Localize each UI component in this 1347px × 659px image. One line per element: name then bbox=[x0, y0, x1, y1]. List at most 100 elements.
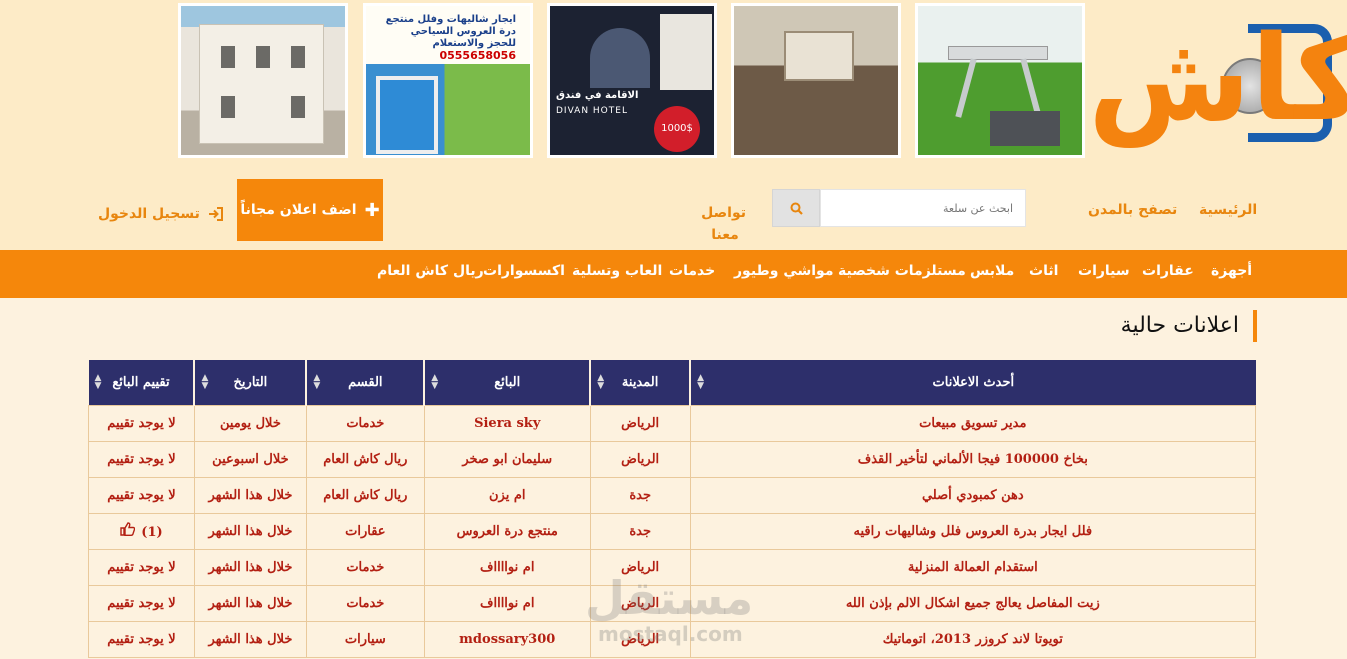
category-riyal-cash-general[interactable]: ريال كاش العام bbox=[377, 263, 484, 279]
hotel-features-list bbox=[660, 14, 712, 90]
category-cars[interactable]: سيارات bbox=[1078, 263, 1130, 279]
ad-seller-link[interactable]: mdossary300 bbox=[423, 620, 591, 658]
table-row[interactable]: بخاخ 100000 فيجا الألماني لتأخير القذف ا… bbox=[88, 440, 1257, 478]
ad-category: ريال كاش العام bbox=[305, 476, 425, 514]
sort-icon: ▲ ▼ bbox=[431, 373, 439, 391]
building-shape bbox=[199, 24, 324, 144]
ad-category: خدمات bbox=[305, 548, 425, 586]
column-header-seller[interactable]: البائع ▲ ▼ bbox=[423, 360, 591, 405]
banner-picnic-table-image[interactable] bbox=[915, 3, 1085, 158]
ad-category: خدمات bbox=[305, 584, 425, 622]
ad-title-link[interactable]: زيت المفاصل يعالج جميع اشكال الالم بإذن … bbox=[689, 584, 1257, 622]
ad-seller-link[interactable]: ام نوااااف bbox=[423, 584, 591, 622]
hotel-ad-name: DIVAN HOTEL bbox=[556, 106, 628, 116]
ad-seller-link[interactable]: ام يزن bbox=[423, 476, 591, 514]
ad-category: خدمات bbox=[305, 404, 425, 442]
thumbs-up-icon bbox=[120, 522, 136, 540]
category-real-estate[interactable]: عقارات bbox=[1142, 263, 1194, 279]
window-shape bbox=[256, 46, 270, 68]
category-services[interactable]: خدمات bbox=[669, 263, 715, 279]
ad-city: جدة bbox=[589, 476, 691, 514]
ad-seller-rating: لا يوجد تقييم bbox=[88, 620, 195, 658]
nav-home-link[interactable]: الرئيسية bbox=[1199, 202, 1257, 218]
category-furniture[interactable]: اثاث bbox=[1029, 263, 1058, 279]
window-shape bbox=[221, 46, 235, 68]
login-label: تسجيل الدخول bbox=[98, 206, 200, 222]
column-header-city[interactable]: المدينة ▲ ▼ bbox=[589, 360, 691, 405]
category-games[interactable]: العاب وتسلية bbox=[572, 263, 662, 279]
ad-title-link[interactable]: استقدام العمالة المنزلية bbox=[689, 548, 1257, 586]
ad-seller-rating: لا يوجد تقييم bbox=[88, 440, 195, 478]
search-button[interactable] bbox=[772, 189, 820, 227]
ad-date: خلال هذا الشهر bbox=[193, 620, 307, 658]
site-logo[interactable]: كاش bbox=[1080, 6, 1347, 154]
sort-icon: ▲ ▼ bbox=[697, 373, 705, 391]
banner-interior-image[interactable] bbox=[731, 3, 901, 158]
column-header-label: المدينة bbox=[621, 374, 659, 390]
column-header-label: البائع bbox=[494, 374, 521, 390]
column-header-label: تقييم البائع bbox=[112, 374, 170, 390]
ad-title-link[interactable]: فلل ايجار بدرة العروس فلل وشاليهات راقيه bbox=[689, 512, 1257, 550]
rating-count: (1) bbox=[141, 525, 163, 540]
ad-date: خلال هذا الشهر bbox=[193, 584, 307, 622]
sort-icon: ▲ ▼ bbox=[94, 373, 102, 391]
window-shape bbox=[291, 46, 305, 68]
column-header-label: التاريخ bbox=[233, 374, 268, 390]
category-bar: أجهزة عقارات سيارات اثاث ملابس مستلزمات … bbox=[0, 250, 1347, 298]
table-row[interactable]: مدير تسويق مبيعات الرياض Siera sky خدمات… bbox=[88, 404, 1257, 442]
category-livestock-birds[interactable]: مواشي وطيور bbox=[734, 263, 834, 279]
ad-city: الرياض bbox=[589, 404, 691, 442]
category-devices[interactable]: أجهزة bbox=[1211, 263, 1252, 279]
ad-seller-link[interactable]: سليمان ابو صخر bbox=[423, 440, 591, 478]
watermark-url: mostaql.com bbox=[598, 622, 743, 646]
search-input[interactable] bbox=[820, 189, 1026, 227]
ad-category: عقارات bbox=[305, 512, 425, 550]
resort-ad-title: ايجار شاليهات وفلل منتجع درة العروس السي… bbox=[385, 14, 516, 49]
banner-hotel-ad[interactable]: الاقامة في فندق DIVAN HOTEL 1000$ bbox=[547, 3, 717, 158]
ad-category: سيارات bbox=[305, 620, 425, 658]
sort-icon: ▲ ▼ bbox=[597, 373, 605, 391]
column-header-date[interactable]: التاريخ ▲ ▼ bbox=[193, 360, 307, 405]
ad-seller-rating: لا يوجد تقييم bbox=[88, 548, 195, 586]
column-header-latest-ads[interactable]: أحدث الاعلانات ▲ ▼ bbox=[689, 360, 1256, 405]
ad-date: خلال يومين bbox=[193, 404, 307, 442]
ad-category: ريال كاش العام bbox=[305, 440, 425, 478]
ad-seller-rating: لا يوجد تقييم bbox=[88, 476, 195, 514]
table-leg-shape bbox=[1020, 58, 1042, 118]
category-clothes[interactable]: ملابس bbox=[970, 263, 1014, 279]
nav-contact-link[interactable]: تواصل معنا bbox=[701, 202, 746, 246]
watermark-logo: مستقل bbox=[585, 571, 754, 625]
ad-title-link[interactable]: دهن كمبودي أصلي bbox=[689, 476, 1257, 514]
table-row[interactable]: فلل ايجار بدرة العروس فلل وشاليهات راقيه… bbox=[88, 512, 1257, 550]
nav-browse-cities-link[interactable]: تصفح بالمدن bbox=[1088, 202, 1177, 218]
table-row[interactable]: دهن كمبودي أصلي جدة ام يزن ريال كاش العا… bbox=[88, 476, 1257, 514]
column-header-category[interactable]: القسم ▲ ▼ bbox=[305, 360, 425, 405]
ad-seller-link[interactable]: ام نوااااف bbox=[423, 548, 591, 586]
column-header-label: أحدث الاعلانات bbox=[932, 374, 1015, 390]
ad-seller-link[interactable]: Siera sky bbox=[423, 404, 591, 442]
sign-in-icon bbox=[208, 207, 223, 221]
banner-resort-ad[interactable]: ايجار شاليهات وفلل منتجع درة العروس السي… bbox=[363, 3, 533, 158]
pool-shape bbox=[376, 76, 438, 154]
sort-icon: ▲ ▼ bbox=[201, 373, 209, 391]
login-link[interactable]: تسجيل الدخول bbox=[98, 206, 224, 222]
doorway-shape bbox=[784, 31, 854, 81]
ad-title-link[interactable]: بخاخ 100000 فيجا الألماني لتأخير القذف bbox=[689, 440, 1257, 478]
ad-seller-rating: لا يوجد تقييم bbox=[88, 404, 195, 442]
resort-ad-text: ايجار شاليهات وفلل منتجع درة العروس السي… bbox=[384, 14, 516, 62]
category-accessories[interactable]: اكسسوارات bbox=[483, 263, 565, 279]
search-box bbox=[772, 189, 1026, 227]
ad-seller-rating: (1) bbox=[88, 512, 195, 550]
add-ad-button[interactable]: ✚ اضف اعلان مجاناً bbox=[237, 179, 383, 241]
ad-title-link[interactable]: تويوتا لاند كروزر 2013، اتوماتيك bbox=[689, 620, 1257, 658]
ad-seller-link[interactable]: منتجع درة العروس bbox=[423, 512, 591, 550]
carry-case-shape bbox=[990, 111, 1060, 146]
column-header-seller-rating[interactable]: تقييم البائع ▲ ▼ bbox=[88, 360, 195, 405]
ad-seller-rating: لا يوجد تقييم bbox=[88, 584, 195, 622]
window-shape bbox=[221, 96, 235, 118]
ad-city: جدة bbox=[589, 512, 691, 550]
ad-title-link[interactable]: مدير تسويق مبيعات bbox=[689, 404, 1257, 442]
category-personal-supplies[interactable]: مستلزمات شخصية bbox=[838, 263, 966, 279]
table-leg-shape bbox=[955, 58, 977, 118]
banner-building-image[interactable] bbox=[178, 3, 348, 158]
